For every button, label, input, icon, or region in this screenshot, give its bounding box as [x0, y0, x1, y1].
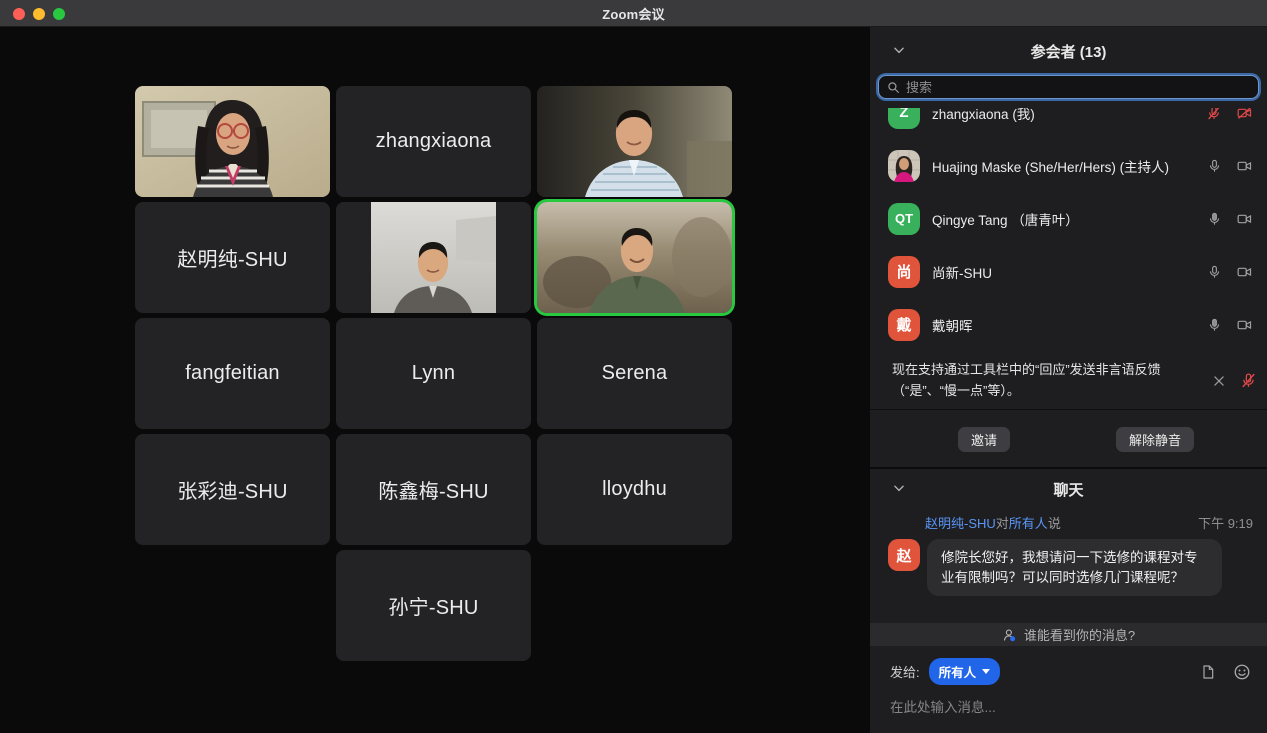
reactions-notice: 现在支持通过工具栏中的“回应”发送非言语反馈（“是”、“慢一点”等）。 — [870, 352, 1267, 410]
participant-name-label: 赵明纯-SHU — [177, 243, 287, 272]
mic-icon[interactable] — [1207, 317, 1222, 333]
video-feed-woman — [135, 86, 330, 197]
video-feed-man-striped — [537, 86, 732, 197]
send-to-value: 所有人 — [939, 662, 977, 681]
participant-row-zhangxiaona[interactable]: Z zhangxiaona (我) — [870, 108, 1267, 139]
participant-name-label: 陈鑫梅-SHU — [378, 475, 488, 504]
chat-composer: 发给: 所有人 — [870, 646, 1267, 733]
avatar: QT — [888, 203, 920, 235]
participants-actions: 邀请 解除静音 — [870, 410, 1267, 469]
participant-name-label: Lynn — [412, 362, 455, 385]
window-title-bar: Zoom会议 — [0, 0, 1267, 27]
side-panel: 参会者 (13) Z zhangxiaona (我) — [870, 27, 1267, 733]
participant-name: zhangxiaona (我) — [932, 108, 1194, 123]
message-visibility-bar[interactable]: 谁能看到你的消息? — [870, 623, 1267, 646]
participant-row-qingye-tang[interactable]: QT Qingye Tang （唐青叶） — [870, 192, 1267, 245]
video-icon[interactable] — [1236, 158, 1253, 174]
participant-name: 戴朝晖 — [932, 315, 1195, 335]
file-attach-icon[interactable] — [1200, 663, 1216, 681]
emoji-icon[interactable] — [1233, 663, 1251, 681]
chevron-down-icon[interactable] — [892, 43, 906, 57]
video-tile-man-light[interactable] — [336, 202, 531, 313]
chat-meta-text: 对 — [996, 513, 1009, 532]
video-tile-serena[interactable]: Serena — [537, 318, 732, 429]
invite-button[interactable]: 邀请 — [958, 427, 1010, 452]
participants-header: 参会者 (13) — [870, 27, 1267, 75]
video-tile-chenxinmei[interactable]: 陈鑫梅-SHU — [336, 434, 531, 545]
mic-icon[interactable] — [1207, 158, 1222, 174]
video-tile-fangfeitian[interactable]: fangfeitian — [135, 318, 330, 429]
video-feed-man-light — [336, 202, 531, 313]
chat-sender-link[interactable]: 赵明纯-SHU — [925, 513, 996, 532]
video-tile-woman[interactable] — [135, 86, 330, 197]
participant-row-daizhaohui[interactable]: 戴 戴朝晖 — [870, 298, 1267, 351]
minimize-window-button[interactable] — [33, 8, 45, 20]
fullscreen-window-button[interactable] — [53, 8, 65, 20]
video-muted-icon[interactable] — [1236, 108, 1253, 121]
chat-avatar: 赵 — [888, 539, 920, 571]
close-icon[interactable] — [1212, 374, 1226, 388]
video-tile-zhangcaidi[interactable]: 张彩迪-SHU — [135, 434, 330, 545]
participant-name-label: lloydhu — [602, 478, 667, 501]
video-icon[interactable] — [1236, 317, 1253, 333]
search-input[interactable] — [906, 80, 1250, 95]
chat-title: 聊天 — [1053, 479, 1083, 500]
privacy-hint-text: 谁能看到你的消息? — [1024, 625, 1135, 644]
participant-list: Z zhangxiaona (我) Huajing Maske (She/Her… — [870, 108, 1267, 352]
chat-header: 聊天 — [870, 469, 1267, 509]
avatar: 尚 — [888, 256, 920, 288]
chat-message-meta: 赵明纯-SHU对所有人说 下午 9:19 — [888, 513, 1253, 532]
participants-title: 参会者 (13) — [1031, 41, 1107, 62]
window-title: Zoom会议 — [602, 4, 665, 23]
notice-text: 现在支持通过工具栏中的“回应”发送非言语反馈（“是”、“慢一点”等）。 — [892, 360, 1202, 400]
chat-messages: 赵明纯-SHU对所有人说 下午 9:19 赵 修院长您好，我想请问一下选修的课程… — [870, 509, 1267, 623]
person-privacy-icon — [1002, 627, 1017, 643]
dropdown-caret-icon — [982, 669, 990, 674]
search-icon — [887, 81, 900, 94]
mic-muted-icon — [1240, 372, 1257, 389]
chat-recipient-link[interactable]: 所有人 — [1009, 513, 1048, 532]
participant-row-shangxin[interactable]: 尚 尚新-SHU — [870, 245, 1267, 298]
mic-muted-icon[interactable] — [1206, 108, 1222, 121]
chat-meta-text: 说 — [1048, 513, 1061, 532]
participant-name-label: Serena — [602, 362, 668, 385]
chat-message-input[interactable] — [890, 700, 1251, 715]
participant-search-box[interactable] — [878, 75, 1259, 99]
close-window-button[interactable] — [13, 8, 25, 20]
chat-message-row: 赵 修院长您好，我想请问一下选修的课程对专业有限制吗？可以同时选修几门课程呢？ — [888, 539, 1253, 596]
video-feed-active-speaker — [537, 202, 732, 313]
participant-name-label: fangfeitian — [185, 362, 280, 385]
participant-name-label: zhangxiaona — [376, 130, 492, 153]
mic-icon[interactable] — [1207, 211, 1222, 227]
chat-message-bubble: 修院长您好，我想请问一下选修的课程对专业有限制吗？可以同时选修几门课程呢？ — [927, 539, 1222, 596]
participant-name: Qingye Tang （唐青叶） — [932, 209, 1195, 229]
video-grid: zhangxiaona 赵明纯-SHU — [0, 27, 870, 733]
avatar-photo — [888, 150, 920, 182]
video-tile-sunning[interactable]: 孙宁-SHU — [336, 550, 531, 661]
participant-name-label: 孙宁-SHU — [388, 591, 478, 620]
video-icon[interactable] — [1236, 211, 1253, 227]
video-icon[interactable] — [1236, 264, 1253, 280]
send-to-selector[interactable]: 所有人 — [929, 658, 1001, 685]
video-tile-lloydhu[interactable]: lloydhu — [537, 434, 732, 545]
video-tile-active-speaker[interactable] — [537, 202, 732, 313]
video-tile-zhaomingchun[interactable]: 赵明纯-SHU — [135, 202, 330, 313]
chat-timestamp: 下午 9:19 — [1198, 513, 1253, 532]
video-tile-lynn[interactable]: Lynn — [336, 318, 531, 429]
participant-name: Huajing Maske (She/Her/Hers) (主持人) — [932, 156, 1195, 176]
participant-row-huajing-maske[interactable]: Huajing Maske (She/Her/Hers) (主持人) — [870, 139, 1267, 192]
send-to-label: 发给: — [890, 662, 920, 681]
avatar: 戴 — [888, 309, 920, 341]
mic-icon[interactable] — [1207, 264, 1222, 280]
chevron-down-icon[interactable] — [892, 481, 906, 495]
avatar: Z — [888, 108, 920, 129]
participant-name-label: 张彩迪-SHU — [177, 475, 287, 504]
video-tile-zhangxiaona[interactable]: zhangxiaona — [336, 86, 531, 197]
participant-name: 尚新-SHU — [932, 262, 1195, 282]
video-tile-man-striped[interactable] — [537, 86, 732, 197]
unmute-button[interactable]: 解除静音 — [1116, 427, 1194, 452]
